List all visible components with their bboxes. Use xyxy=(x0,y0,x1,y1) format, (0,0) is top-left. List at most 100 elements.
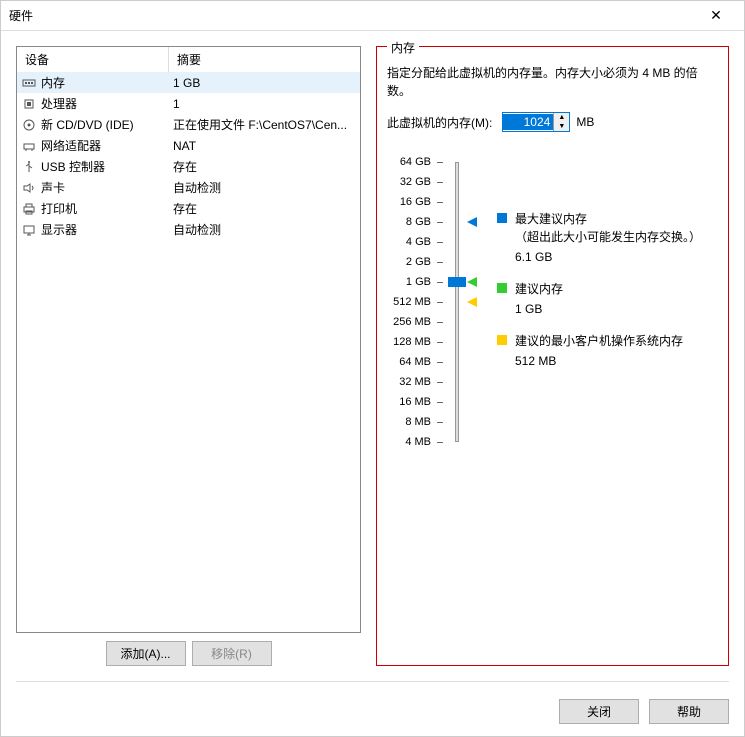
device-name: 打印机 xyxy=(41,200,173,217)
legend-min: 建议的最小客户机操作系统内存 512 MB xyxy=(497,332,718,370)
slider-tick xyxy=(437,432,447,452)
slider-tick xyxy=(437,252,447,272)
bottom-buttons: 关闭 帮助 xyxy=(559,699,729,724)
close-button[interactable]: 关闭 xyxy=(559,699,639,724)
table-row[interactable]: USB 控制器存在 xyxy=(17,156,360,177)
marker-rec-icon xyxy=(467,277,477,287)
legend-max-value: 6.1 GB xyxy=(515,248,701,266)
device-name: 新 CD/DVD (IDE) xyxy=(41,116,173,133)
legend-max: 最大建议内存 （超出此大小可能发生内存交换。） 6.1 GB xyxy=(497,210,718,266)
header-summary[interactable]: 摘要 xyxy=(169,47,360,72)
device-summary: NAT xyxy=(173,139,356,153)
network-icon xyxy=(21,138,37,154)
slider-tick-label: 512 MB xyxy=(387,292,437,312)
slider-labels: 64 GB32 GB16 GB8 GB4 GB2 GB1 GB512 MB256… xyxy=(387,152,437,452)
panel-description: 指定分配给此虚拟机的内存量。内存大小必须为 4 MB 的倍数。 xyxy=(387,64,718,100)
table-row[interactable]: 网络适配器NAT xyxy=(17,135,360,156)
slider-tick-label: 1 GB xyxy=(387,272,437,292)
spinner-down-icon[interactable]: ▼ xyxy=(554,122,569,131)
table-row[interactable]: 新 CD/DVD (IDE)正在使用文件 F:\CentOS7\Cen... xyxy=(17,114,360,135)
slider-tick-label: 4 GB xyxy=(387,232,437,252)
device-table: 设备 摘要 内存1 GB处理器1新 CD/DVD (IDE)正在使用文件 F:\… xyxy=(16,46,361,633)
slider-tick xyxy=(437,312,447,332)
separator xyxy=(16,681,729,682)
device-summary: 存在 xyxy=(173,200,356,217)
table-row[interactable]: 声卡自动检测 xyxy=(17,177,360,198)
slider-tick xyxy=(437,232,447,252)
memory-unit: MB xyxy=(576,115,594,129)
add-button[interactable]: 添加(A)... xyxy=(106,641,186,666)
device-name: 内存 xyxy=(41,74,173,91)
device-summary: 1 GB xyxy=(173,76,356,90)
slider-tick xyxy=(437,152,447,172)
marker-max-icon xyxy=(467,217,477,227)
left-panel: 设备 摘要 内存1 GB处理器1新 CD/DVD (IDE)正在使用文件 F:\… xyxy=(16,46,361,666)
slider-tick-label: 8 GB xyxy=(387,212,437,232)
legend-swatch-yellow-icon xyxy=(497,335,507,345)
slider-tick-label: 32 MB xyxy=(387,372,437,392)
device-table-header: 设备 摘要 xyxy=(17,47,360,72)
slider-tick-label: 64 MB xyxy=(387,352,437,372)
slider-tick-label: 128 MB xyxy=(387,332,437,352)
slider-tick xyxy=(437,272,447,292)
panel-title: 内存 xyxy=(387,39,419,56)
slider-tick-label: 8 MB xyxy=(387,412,437,432)
slider-track-col xyxy=(447,152,467,452)
left-buttons: 添加(A)... 移除(R) xyxy=(16,641,361,666)
device-name: USB 控制器 xyxy=(41,158,173,175)
right-panel: 内存 指定分配给此虚拟机的内存量。内存大小必须为 4 MB 的倍数。 此虚拟机的… xyxy=(376,46,729,666)
slider-tick-label: 16 GB xyxy=(387,192,437,212)
device-summary: 存在 xyxy=(173,158,356,175)
slider-tick-label: 16 MB xyxy=(387,392,437,412)
header-device[interactable]: 设备 xyxy=(17,47,169,72)
device-summary: 自动检测 xyxy=(173,179,356,196)
slider-ticks xyxy=(437,152,447,452)
legend-max-sub: （超出此大小可能发生内存交换。） xyxy=(515,228,701,246)
table-row[interactable]: 内存1 GB xyxy=(17,72,360,93)
slider-tick xyxy=(437,412,447,432)
legend-min-label: 建议的最小客户机操作系统内存 xyxy=(515,332,683,350)
marker-column xyxy=(467,152,487,452)
sound-icon xyxy=(21,180,37,196)
device-name: 处理器 xyxy=(41,95,173,112)
printer-icon xyxy=(21,201,37,217)
help-button[interactable]: 帮助 xyxy=(649,699,729,724)
legend-rec-label: 建议内存 xyxy=(515,280,563,298)
slider-tick xyxy=(437,332,447,352)
close-icon[interactable]: ✕ xyxy=(696,2,736,30)
memory-slider-area: 64 GB32 GB16 GB8 GB4 GB2 GB1 GB512 MB256… xyxy=(387,152,718,452)
legend-rec-value: 1 GB xyxy=(515,300,563,318)
table-row[interactable]: 打印机存在 xyxy=(17,198,360,219)
memory-label: 此虚拟机的内存(M): xyxy=(387,114,492,131)
slider-tick xyxy=(437,172,447,192)
remove-button[interactable]: 移除(R) xyxy=(192,641,272,666)
window-title: 硬件 xyxy=(9,7,696,24)
memory-icon xyxy=(21,75,37,91)
device-name: 声卡 xyxy=(41,179,173,196)
memory-spinner: ▲ ▼ xyxy=(502,112,570,132)
device-summary: 1 xyxy=(173,97,356,111)
spinner-up-icon[interactable]: ▲ xyxy=(554,113,569,122)
slider-thumb[interactable] xyxy=(448,277,466,287)
cpu-icon xyxy=(21,96,37,112)
legend-swatch-green-icon xyxy=(497,283,507,293)
device-name: 网络适配器 xyxy=(41,137,173,154)
slider-tick xyxy=(437,192,447,212)
device-summary: 正在使用文件 F:\CentOS7\Cen... xyxy=(173,116,356,133)
hardware-dialog: 硬件 ✕ 设备 摘要 内存1 GB处理器1新 CD/DVD (IDE)正在使用文… xyxy=(0,0,745,737)
legend-rec: 建议内存 1 GB xyxy=(497,280,718,318)
legend-min-value: 512 MB xyxy=(515,352,683,370)
device-summary: 自动检测 xyxy=(173,221,356,238)
device-rows: 内存1 GB处理器1新 CD/DVD (IDE)正在使用文件 F:\CentOS… xyxy=(17,72,360,240)
table-row[interactable]: 处理器1 xyxy=(17,93,360,114)
table-row[interactable]: 显示器自动检测 xyxy=(17,219,360,240)
slider-tick xyxy=(437,392,447,412)
titlebar: 硬件 ✕ xyxy=(1,1,744,31)
memory-input[interactable] xyxy=(503,114,553,130)
usb-icon xyxy=(21,159,37,175)
legend-swatch-blue-icon xyxy=(497,213,507,223)
cd-icon xyxy=(21,117,37,133)
device-name: 显示器 xyxy=(41,221,173,238)
marker-min-icon xyxy=(467,297,477,307)
memory-slider[interactable] xyxy=(455,162,459,442)
